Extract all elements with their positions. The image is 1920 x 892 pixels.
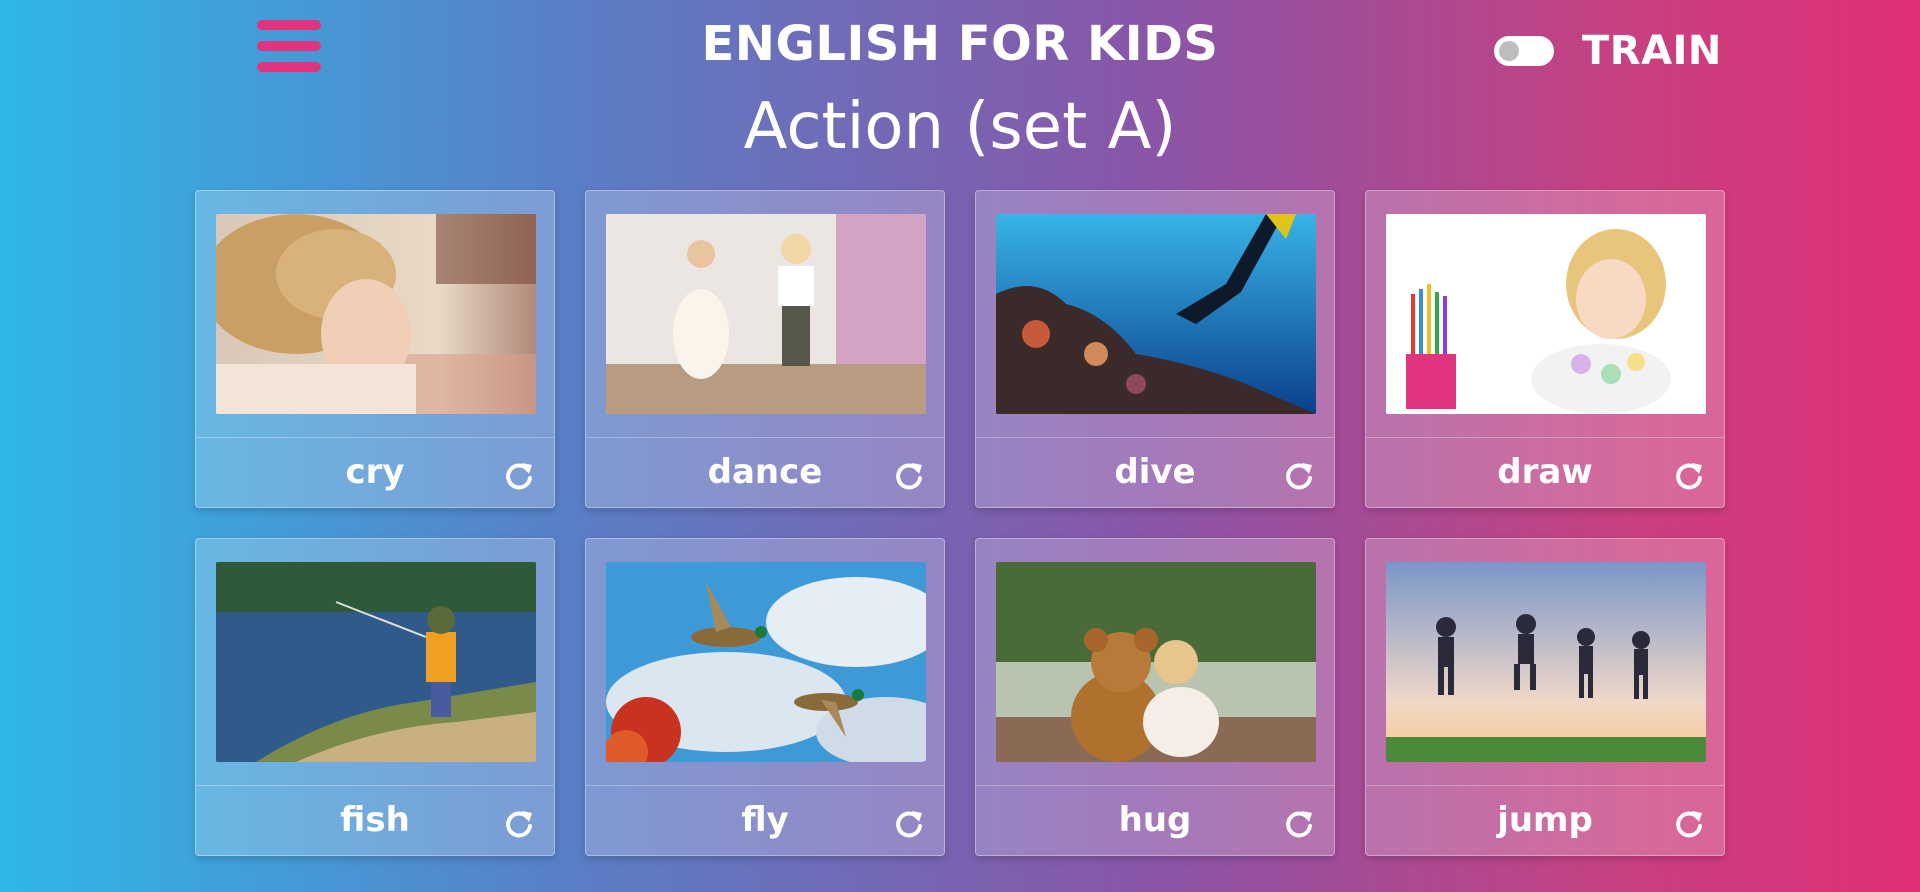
card-word: cry: [345, 452, 405, 492]
rotate-icon[interactable]: [1282, 807, 1316, 841]
header: ENGLISH FOR KIDS TRAIN: [0, 0, 1920, 92]
card-word: dance: [707, 452, 823, 492]
card-fish[interactable]: fish: [195, 538, 555, 856]
card-divider: [586, 437, 944, 438]
card-word: jump: [1497, 800, 1593, 840]
mode-label: TRAIN: [1582, 28, 1722, 74]
card-image-draw: [1386, 214, 1706, 414]
rotate-icon[interactable]: [1282, 459, 1316, 493]
card-divider: [976, 785, 1334, 786]
page-title: Action (set A): [743, 90, 1177, 164]
card-divider: [196, 437, 554, 438]
card-word: fish: [340, 800, 410, 840]
card-image-dance: [606, 214, 926, 414]
card-grid: cry dance dive draw fish fly hug jump: [195, 190, 1725, 856]
card-divider: [196, 785, 554, 786]
train-play-toggle[interactable]: [1494, 36, 1554, 66]
card-image-dive: [996, 214, 1316, 414]
card-divider: [586, 785, 944, 786]
card-divider: [976, 437, 1334, 438]
card-image-hug: [996, 562, 1316, 762]
rotate-icon[interactable]: [502, 807, 536, 841]
card-image-jump: [1386, 562, 1706, 762]
card-jump[interactable]: jump: [1365, 538, 1725, 856]
card-draw[interactable]: draw: [1365, 190, 1725, 508]
card-word: draw: [1497, 452, 1593, 492]
card-image-fish: [216, 562, 536, 762]
card-image-fly: [606, 562, 926, 762]
rotate-icon[interactable]: [892, 459, 926, 493]
toggle-knob: [1499, 41, 1519, 61]
card-word: hug: [1118, 800, 1192, 840]
card-divider: [1366, 437, 1724, 438]
card-cry[interactable]: cry: [195, 190, 555, 508]
rotate-icon[interactable]: [1672, 807, 1706, 841]
card-word: fly: [741, 800, 789, 840]
card-image-cry: [216, 214, 536, 414]
rotate-icon[interactable]: [502, 459, 536, 493]
card-dance[interactable]: dance: [585, 190, 945, 508]
mode-switch[interactable]: TRAIN: [1494, 28, 1722, 74]
rotate-icon[interactable]: [892, 807, 926, 841]
card-fly[interactable]: fly: [585, 538, 945, 856]
card-word: dive: [1114, 452, 1196, 492]
card-hug[interactable]: hug: [975, 538, 1335, 856]
card-dive[interactable]: dive: [975, 190, 1335, 508]
card-divider: [1366, 785, 1724, 786]
rotate-icon[interactable]: [1672, 459, 1706, 493]
